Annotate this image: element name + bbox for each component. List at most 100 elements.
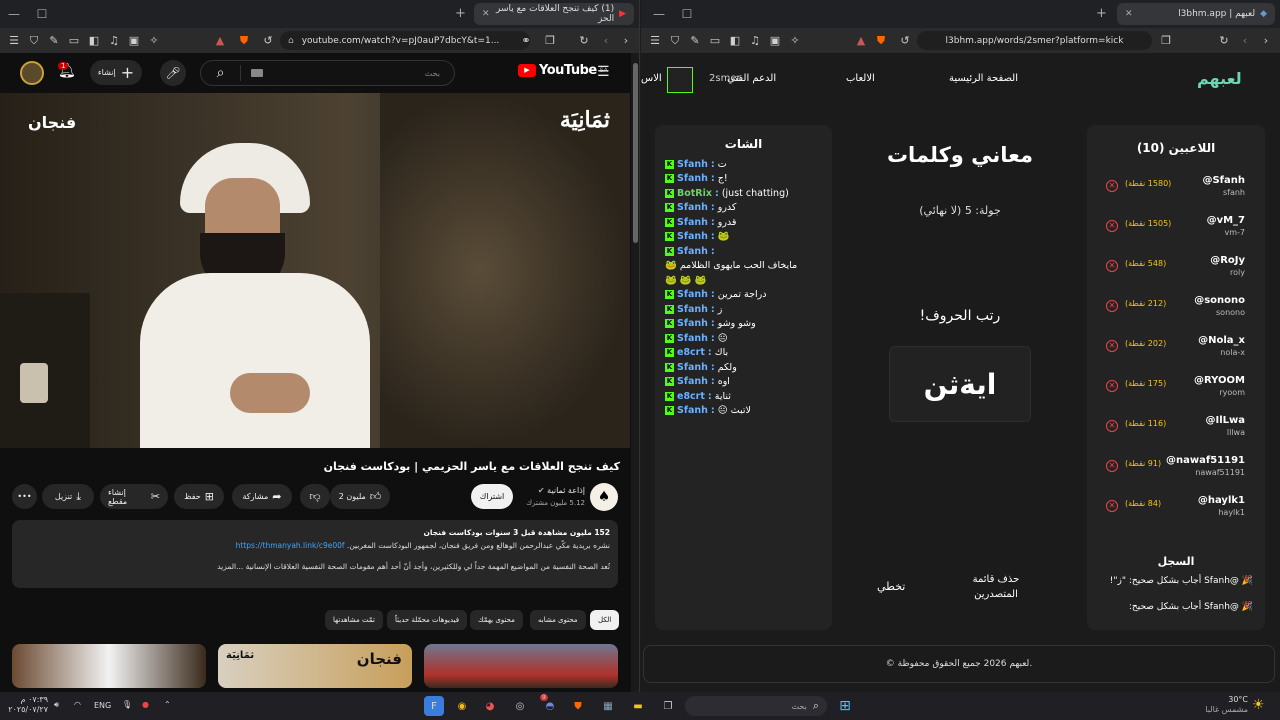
vpn-icon[interactable]: ▲	[210, 34, 230, 47]
chat-nick[interactable]: Sfanh	[677, 159, 708, 170]
extension-icon[interactable]: ✎	[44, 34, 64, 47]
chat-nick[interactable]: Sfanh	[677, 333, 708, 344]
address-bar[interactable]: l3bhm.app/words/2smer?platform=kick	[917, 31, 1152, 50]
chat-nick[interactable]: Sfanh	[677, 304, 708, 315]
remove-player-icon[interactable]: ✕	[1106, 180, 1118, 192]
reload-icon[interactable]: ↻	[1214, 34, 1234, 47]
taskbar-search[interactable]: بحث ⌕	[685, 696, 827, 716]
recommended-thumbnail-3[interactable]	[424, 644, 618, 688]
remove-player-icon[interactable]: ✕	[1106, 380, 1118, 392]
description-box[interactable]: 152 مليون مشاهدة قبل 3 سنوات بودكاست فنج…	[12, 520, 618, 588]
channel-avatar[interactable]: ♠	[590, 483, 618, 511]
volume-icon[interactable]: 🔊︎	[54, 700, 59, 710]
chat-nick[interactable]: Sfanh	[677, 217, 708, 228]
remove-player-icon[interactable]: ✕	[1106, 220, 1118, 232]
search-input[interactable]: بحث	[425, 69, 440, 78]
recommended-thumbnail-1[interactable]	[12, 644, 206, 688]
chat-nick[interactable]: Sfanh	[677, 318, 708, 329]
scrollbar-thumb[interactable]	[633, 63, 638, 243]
chat-nick[interactable]: BotRix	[677, 188, 712, 199]
search-icon[interactable]: ⌕	[201, 65, 241, 81]
tray-chevron-icon[interactable]: ⌃	[164, 700, 171, 709]
tabs-icon[interactable]: ▭	[705, 34, 725, 47]
tabs-icon[interactable]: ▭	[64, 34, 84, 47]
chip-watched[interactable]: تمّت مشاهدتها	[325, 610, 383, 630]
new-tab-icon[interactable]: +	[1096, 6, 1107, 21]
sidebar-icon[interactable]: ☰	[645, 34, 665, 47]
tab-l3bhm[interactable]: ◆ لعبهم | l3bhm.app ✕	[1117, 3, 1275, 25]
app-icon-f[interactable]: F	[424, 696, 444, 716]
chat-nick[interactable]: Sfanh	[677, 231, 708, 242]
app-icon-red[interactable]: ◕	[480, 696, 500, 716]
mic-tray-icon[interactable]: 🎙︎	[122, 700, 132, 709]
site-logo[interactable]: لعبهم	[1197, 69, 1242, 88]
remove-player-icon[interactable]: ✕	[1106, 460, 1118, 472]
nav-support[interactable]: الدعم الفني	[727, 73, 776, 84]
store-icon[interactable]: ▦	[598, 696, 618, 716]
like-button[interactable]: 2 مليون 👍︎	[330, 484, 390, 509]
chat-nick[interactable]: e8crt	[677, 347, 705, 358]
vpn-icon[interactable]: ▲	[851, 34, 871, 47]
start-icon[interactable]: ⊞	[835, 696, 855, 716]
nav-games[interactable]: الالعاب	[846, 73, 875, 84]
close-tab-icon[interactable]: ✕	[1125, 9, 1133, 19]
remove-player-icon[interactable]: ✕	[1106, 500, 1118, 512]
minimize-icon[interactable]: —	[0, 7, 28, 21]
bookmark-icon[interactable]: ❐	[1156, 34, 1176, 47]
site-info-icon[interactable]: ⌂	[288, 36, 294, 46]
folder-icon[interactable]: ▬	[628, 696, 648, 716]
reader-icon[interactable]: ↺	[895, 34, 915, 47]
minimize-icon[interactable]: —	[645, 7, 673, 21]
puzzle-icon[interactable]: ✧	[785, 34, 805, 47]
split-icon[interactable]: ◧	[84, 34, 104, 47]
record-icon[interactable]: ●	[142, 700, 149, 709]
menu-icon[interactable]: ☰	[597, 64, 610, 80]
skip-button[interactable]: تخطي	[877, 580, 905, 593]
recommended-thumbnail-2[interactable]: ثمَانِيَة فنجان	[218, 644, 412, 688]
brave-shield-icon[interactable]: ⛊	[234, 34, 254, 48]
chat-nick[interactable]: Sfanh	[677, 173, 708, 184]
tab-youtube[interactable]: ▶ (1) كيف تنجح العلاقات مع ياسر الحز ✕	[474, 3, 634, 25]
share-button[interactable]: مشاركة ➦	[232, 484, 292, 509]
sidebar-icon[interactable]: ☰	[4, 34, 24, 47]
shield-icon[interactable]: ⛉	[665, 34, 685, 48]
language-indicator[interactable]: ENG	[94, 701, 111, 710]
more-button[interactable]: •••	[12, 484, 37, 509]
back-icon[interactable]: ‹	[596, 34, 616, 47]
forward-icon[interactable]: ›	[1256, 34, 1276, 47]
shield-icon[interactable]: ⛉	[24, 34, 44, 48]
wifi-icon[interactable]: ◠	[74, 700, 81, 709]
remove-player-icon[interactable]: ✕	[1106, 260, 1118, 272]
capture-icon[interactable]: ▣	[124, 34, 144, 47]
remove-player-icon[interactable]: ✕	[1106, 420, 1118, 432]
extension-icon[interactable]: ✎	[685, 34, 705, 47]
restore-icon[interactable]: ☐	[673, 7, 701, 21]
description-link[interactable]: https://thmanyah.link/c9e00f	[236, 541, 345, 550]
chat-nick[interactable]: e8crt	[677, 391, 705, 402]
reload-icon[interactable]: ↻	[574, 34, 594, 47]
split-icon[interactable]: ◧	[725, 34, 745, 47]
nav-home[interactable]: الصفحة الرئيسية	[949, 73, 1018, 84]
brave-shield-icon[interactable]: ⛊	[871, 34, 891, 48]
youtube-logo[interactable]: ▶ YouTube SA	[518, 63, 608, 78]
new-tab-icon[interactable]: +	[455, 6, 466, 21]
chat-nick[interactable]: Sfanh	[677, 202, 708, 213]
remove-player-icon[interactable]: ✕	[1106, 340, 1118, 352]
save-button[interactable]: حفظ ⊞	[174, 484, 224, 509]
chat-nick[interactable]: Sfanh	[677, 289, 708, 300]
forward-icon[interactable]: ›	[616, 34, 636, 47]
create-button[interactable]: إنشاء +	[90, 60, 142, 85]
page-scrollbar[interactable]	[631, 53, 639, 692]
chrome-icon[interactable]: ◉	[452, 696, 472, 716]
user-avatar[interactable]	[667, 67, 693, 93]
chip-all[interactable]: الكل	[590, 610, 620, 630]
subscribe-button[interactable]: اشتراك	[471, 484, 513, 509]
download-button[interactable]: تنزيل ⤓	[42, 484, 94, 509]
back-icon[interactable]: ‹	[1235, 34, 1255, 47]
video-player[interactable]: ثمَانِيَة فنجان	[0, 93, 630, 448]
chat-nick[interactable]: Sfanh	[677, 405, 708, 416]
chip-recent[interactable]: فيديوهات محمّلة حديثاً	[387, 610, 468, 630]
brave-icon[interactable]: ⛊	[568, 696, 588, 716]
address-bar[interactable]: ⌂ youtube.com/watch?v=pJ0auP7dbcY&t=1...	[280, 31, 530, 50]
chip-for-you[interactable]: محتوى يهمّك	[470, 610, 523, 630]
